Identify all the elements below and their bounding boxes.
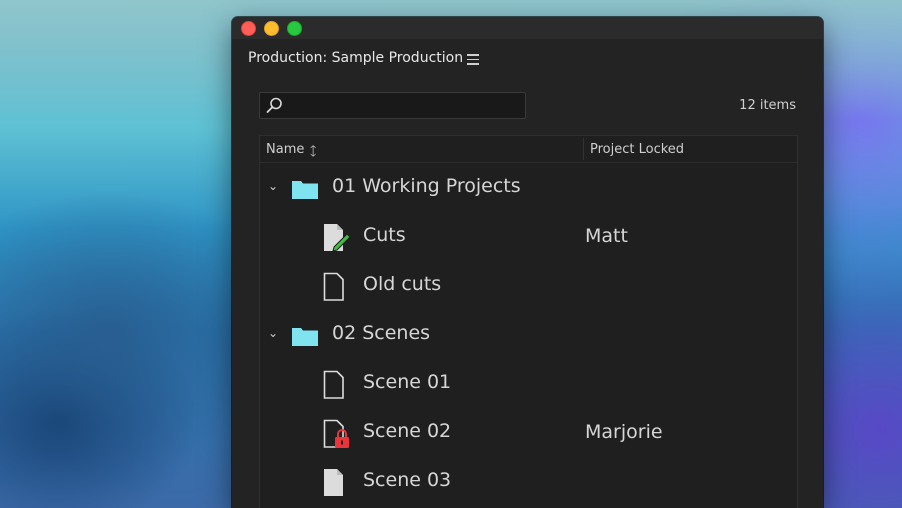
- folder-icon: [292, 328, 318, 346]
- list-header: Name 🡙 Project Locked: [260, 136, 797, 163]
- file-edit-icon: [324, 224, 351, 252]
- list-item-label: Scene 02: [363, 420, 452, 442]
- chevron-down-icon[interactable]: ⌄: [268, 326, 278, 340]
- list-item-label: 02 Scenes: [332, 322, 431, 344]
- file-filled-icon: [324, 469, 343, 496]
- hamburger-menu-icon[interactable]: [467, 54, 479, 65]
- list-item-file[interactable]: Scene 03: [260, 456, 797, 505]
- list-item-label: Cuts: [363, 224, 406, 246]
- panel-title: Production: Sample Production: [248, 50, 464, 66]
- list-item-label: Scene 03: [363, 469, 452, 491]
- search-icon: [266, 97, 282, 113]
- locked-by: Marjorie: [585, 421, 663, 443]
- file-locked-icon: [323, 419, 349, 448]
- list-item-label: Old cuts: [363, 273, 442, 295]
- search-input[interactable]: [259, 92, 526, 119]
- list-item-label: Scene 01: [363, 371, 452, 393]
- production-panel-window: Production: Sample Production 12 items N…: [232, 17, 823, 508]
- column-divider[interactable]: [583, 138, 584, 160]
- maximize-window-button[interactable]: [287, 21, 302, 36]
- list-item-folder[interactable]: ⌄ 01 Working Projects: [260, 162, 797, 211]
- sort-ascending-icon[interactable]: 🡙: [310, 142, 316, 163]
- list-item-folder[interactable]: ⌄ 02 Scenes: [260, 309, 797, 358]
- locked-by: Matt: [585, 225, 628, 247]
- list-item-file[interactable]: Scene 02 Marjorie: [260, 407, 797, 456]
- folder-icon: [292, 181, 318, 199]
- project-list: Name 🡙 Project Locked ⌄ 01 Working Proje…: [259, 135, 798, 508]
- list-item-file[interactable]: Cuts Matt: [260, 211, 797, 260]
- list-item-label: 01 Working Projects: [332, 175, 521, 197]
- list-item-file[interactable]: Old cuts: [260, 260, 797, 309]
- title-bar[interactable]: [232, 17, 823, 39]
- file-icon: [323, 272, 344, 301]
- minimize-window-button[interactable]: [264, 21, 279, 36]
- item-count: 12 items: [739, 98, 796, 113]
- close-window-button[interactable]: [241, 21, 256, 36]
- chevron-down-icon[interactable]: ⌄: [268, 179, 278, 193]
- column-header-name[interactable]: Name: [266, 142, 304, 157]
- list-item-file[interactable]: Scene 01: [260, 358, 797, 407]
- column-header-project-locked[interactable]: Project Locked: [590, 142, 684, 157]
- file-icon: [323, 370, 344, 399]
